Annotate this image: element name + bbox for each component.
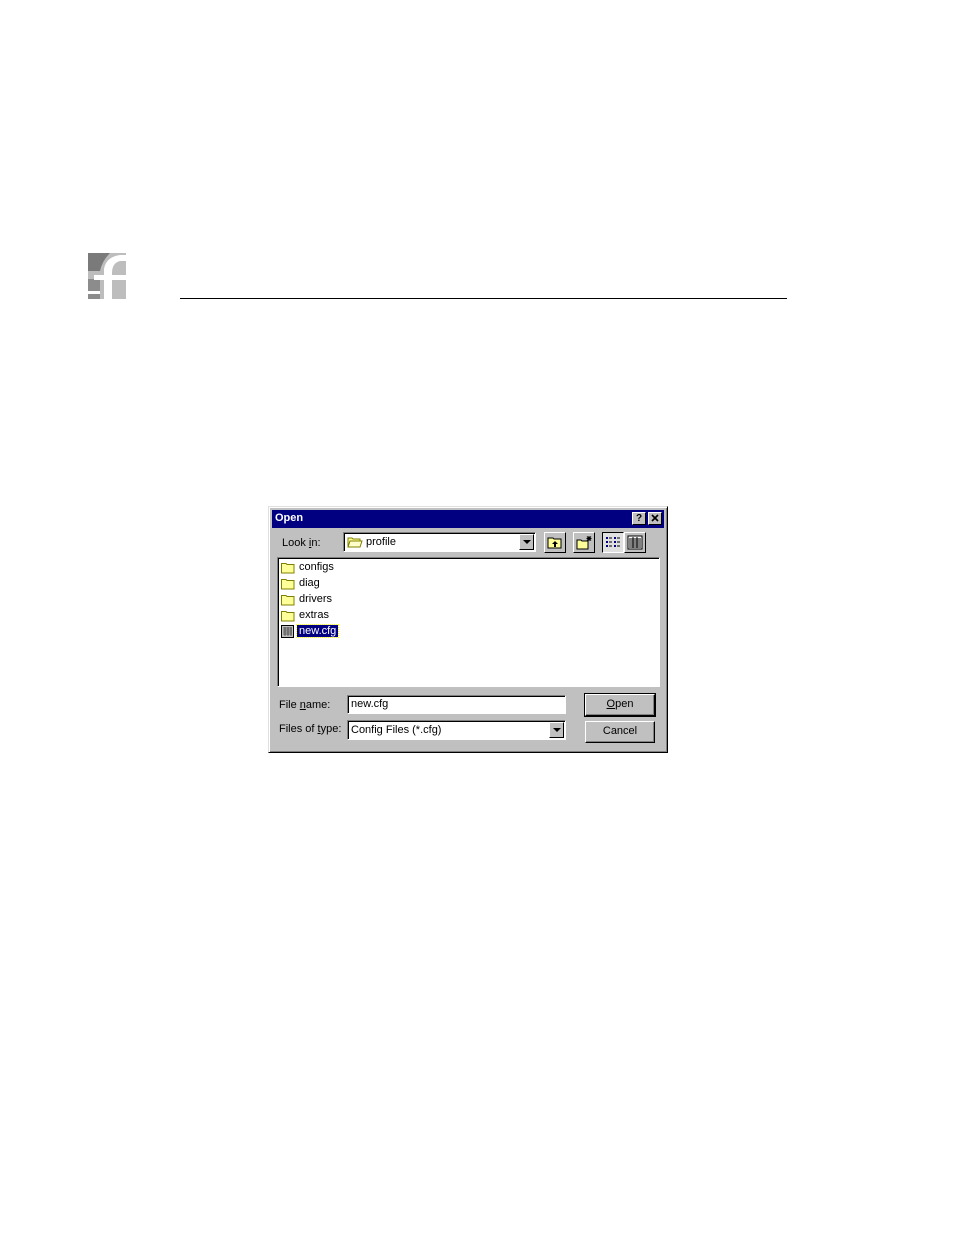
files-of-type-value: Config Files (*.cfg): [351, 724, 442, 736]
dialog-title: Open: [275, 512, 304, 524]
close-button[interactable]: [648, 512, 662, 525]
dialog-titlebar[interactable]: Open ?: [272, 510, 664, 528]
company-logo-icon: [86, 251, 130, 301]
chevron-down-icon: [523, 540, 531, 544]
file-name-value: new.cfg: [351, 698, 389, 710]
file-name-label: drivers: [299, 593, 333, 605]
file-name-label: File name:: [279, 699, 331, 711]
folder-icon: [281, 579, 295, 590]
up-one-level-button[interactable]: [544, 532, 566, 553]
look-in-label: Look in:: [282, 537, 321, 549]
create-new-folder-button[interactable]: [573, 532, 595, 553]
look-in-dropdown-button[interactable]: [519, 534, 534, 550]
folder-icon: [281, 563, 295, 574]
folder-icon: [281, 595, 295, 606]
cancel-button[interactable]: Cancel: [585, 721, 655, 743]
files-of-type-dropdown-button[interactable]: [549, 722, 564, 738]
look-in-value: profile: [366, 536, 396, 548]
config-file-icon: [281, 625, 294, 638]
file-name-label: extras: [299, 609, 329, 621]
header-rule: [180, 298, 787, 299]
close-icon: [651, 514, 659, 522]
details-view-button[interactable]: [624, 532, 646, 553]
folder-icon: [281, 611, 295, 622]
file-name-label: configs: [299, 561, 334, 573]
open-dialog: Open ? Look in: profile configs diag dri…: [268, 506, 668, 753]
files-of-type-label: Files of type:: [279, 723, 342, 735]
up-folder-icon: [547, 537, 562, 549]
chevron-down-icon: [553, 728, 561, 732]
list-view-icon: [606, 537, 620, 547]
files-of-type-dropdown[interactable]: Config Files (*.cfg): [347, 720, 566, 740]
details-view-icon: [627, 535, 643, 550]
folder-open-icon: [347, 537, 363, 548]
help-button[interactable]: ?: [632, 512, 646, 525]
file-name-input[interactable]: new.cfg: [347, 695, 566, 714]
open-button[interactable]: Open: [584, 693, 656, 717]
file-list[interactable]: configs diag drivers extras new.cfg: [277, 557, 660, 687]
list-view-button[interactable]: [602, 532, 624, 553]
new-folder-icon: [576, 536, 592, 550]
look-in-dropdown[interactable]: profile: [343, 532, 536, 552]
file-name-label: diag: [299, 577, 320, 589]
file-name-label: new.cfg: [295, 624, 340, 638]
